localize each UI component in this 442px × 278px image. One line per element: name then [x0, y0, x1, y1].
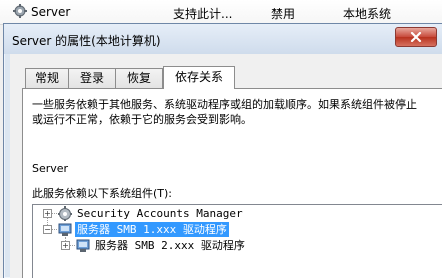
close-button[interactable]	[395, 27, 437, 47]
gear-icon	[13, 4, 27, 18]
tab-general[interactable]: 常规	[25, 68, 69, 88]
expand-icon[interactable]: +	[61, 241, 70, 250]
service-name-label: Server	[32, 162, 69, 175]
tree-item-label: 服务器 SMB 2.xxx 驱动程序	[95, 239, 245, 252]
title-bar[interactable]: Server 的属性(本地计算机)	[4, 24, 442, 54]
depends-on-label: 此服务依赖以下系统组件(T):	[32, 187, 173, 200]
tab-dependencies[interactable]: 依存关系	[163, 66, 235, 89]
close-icon	[410, 32, 422, 42]
dialog-title: Server 的属性(本地计算机)	[12, 34, 161, 48]
tree-item-label: 服务器 SMB 1.xxx 驱动程序	[75, 222, 229, 237]
service-logon-cell: 本地系统	[343, 7, 392, 21]
service-startup-cell: 禁用	[271, 7, 296, 21]
tab-recovery[interactable]: 恢复	[115, 68, 163, 88]
gear-icon	[58, 206, 72, 221]
tab-logon[interactable]: 登录	[68, 68, 116, 88]
dependencies-panel: 一些服务依赖于其他服务、系统驱动程序或组的加载顺序。如果系统组件被停止或运行不正…	[22, 88, 442, 278]
tree-item-label: Security Accounts Manager	[77, 207, 243, 220]
dependencies-description: 一些服务依赖于其他服务、系统驱动程序或组的加载顺序。如果系统组件被停止或运行不正…	[32, 98, 417, 126]
driver-icon	[58, 223, 72, 236]
tree-item[interactable]: + 服务器 SMB 2.xxx 驱动程序	[33, 238, 413, 254]
properties-dialog: Server 的属性(本地计算机) 常规 登录 恢复 依存关系 一些服务依赖于其…	[3, 23, 442, 278]
services-list-row[interactable]: Server 支持此计... 禁用 本地系统	[0, 0, 442, 25]
driver-icon	[76, 239, 90, 252]
service-name-cell: Server	[31, 5, 71, 19]
collapse-icon[interactable]: −	[43, 225, 52, 234]
dialog-client-area: 常规 登录 恢复 依存关系 一些服务依赖于其他服务、系统驱动程序或组的加载顺序。…	[10, 54, 442, 278]
expand-icon[interactable]: +	[43, 209, 52, 218]
tree-item-selected[interactable]: − 服务器 SMB 1.xxx 驱动程序	[33, 222, 413, 238]
dependency-tree[interactable]: + Security Accounts Manager − 服务器 SMB 1.…	[32, 204, 442, 278]
tree-item[interactable]: + Security Accounts Manager	[33, 206, 413, 222]
service-description-cell: 支持此计...	[173, 7, 233, 21]
